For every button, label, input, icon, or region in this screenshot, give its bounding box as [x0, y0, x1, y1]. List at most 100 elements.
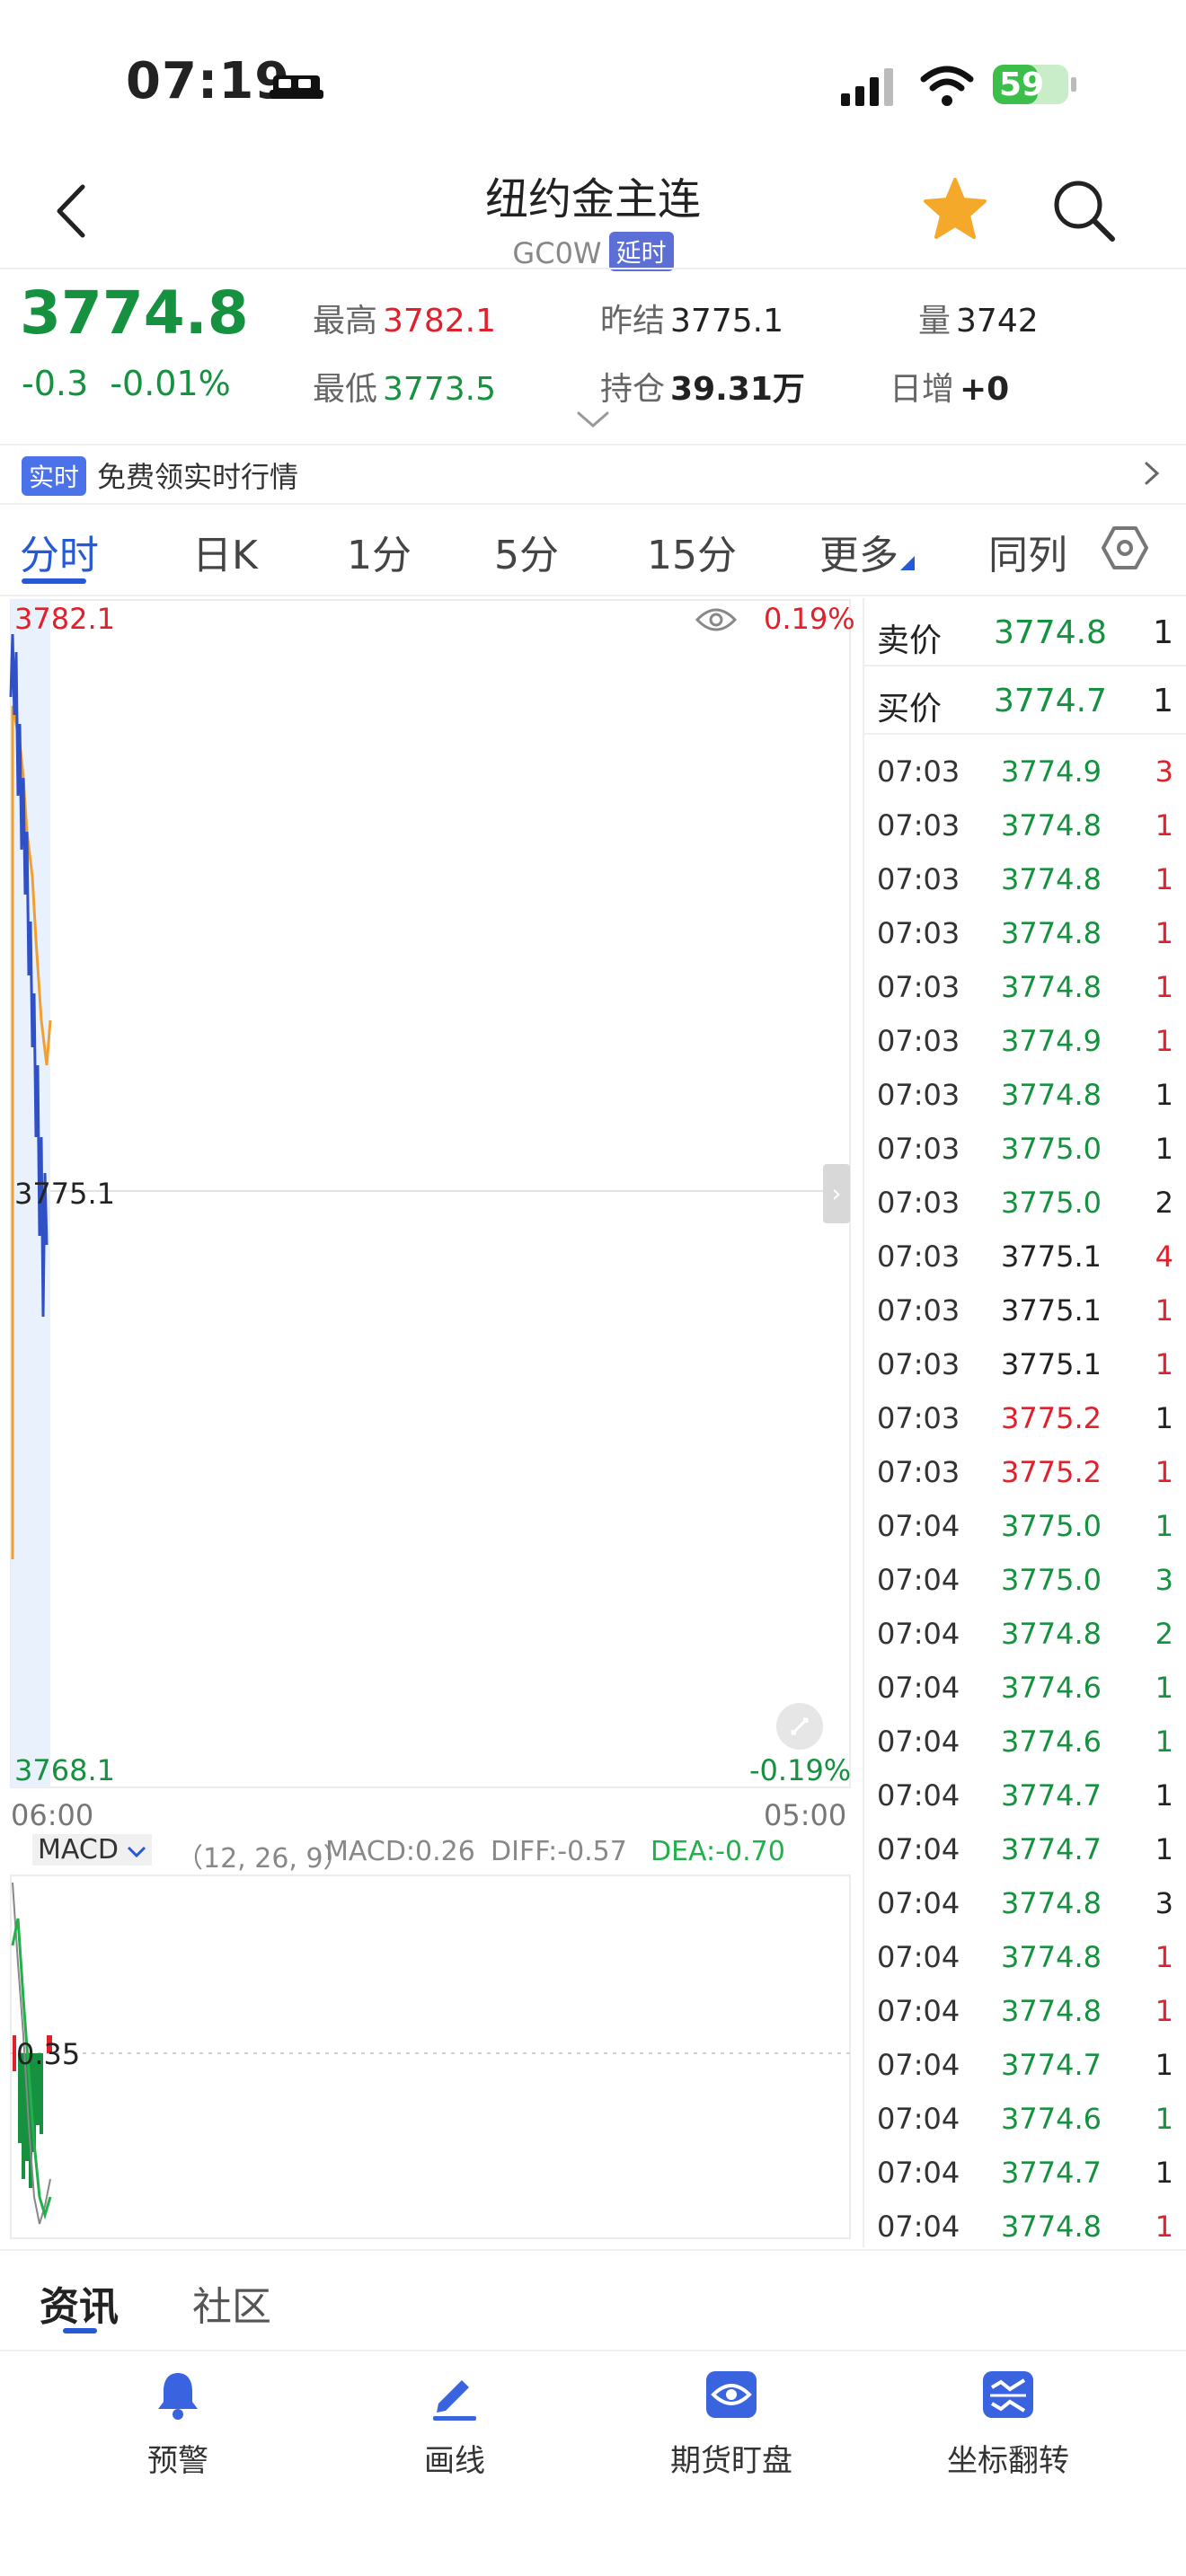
indicator-select[interactable]: MACD [32, 1834, 153, 1866]
battery-percent: 59 [999, 66, 1045, 103]
tab-5min[interactable]: 5分 [494, 523, 559, 580]
price-change: -0.3 [22, 364, 89, 403]
trade-price: 3774.6 [1001, 1671, 1102, 1705]
chevron-right-icon: › [831, 1178, 842, 1208]
delay-badge: 延时 [608, 232, 674, 271]
side-panel-toggle[interactable]: › [823, 1164, 850, 1223]
fullscreen-icon [776, 1703, 823, 1750]
trade-qty: 4 [1155, 1239, 1173, 1274]
trade-qty: 1 [1155, 2210, 1173, 2244]
trade-time: 07:04 [877, 1509, 960, 1543]
trade-row: 07:03 3774.8 1 [864, 799, 1186, 853]
trade-time: 07:04 [877, 2048, 960, 2082]
bid-label: 买价 [877, 691, 943, 728]
trade-price: 3775.0 [1001, 1563, 1102, 1597]
trade-price: 3774.7 [1001, 1778, 1102, 1813]
chart-settings-button[interactable] [1100, 523, 1150, 573]
trade-price: 3775.2 [1001, 1455, 1102, 1489]
trade-time: 07:04 [877, 1725, 960, 1759]
stat-high: 最高 3782.1 [313, 295, 496, 341]
trade-qty: 1 [1155, 808, 1173, 842]
trade-time: 07:03 [877, 1293, 960, 1328]
tab-more[interactable]: 更多 [819, 523, 915, 580]
macd-axis-label: 0.35 [16, 2037, 81, 2071]
search-icon [1054, 181, 1115, 242]
trade-qty: 2 [1155, 1186, 1173, 1220]
trade-qty: 1 [1155, 1994, 1173, 2028]
trade-price: 3774.7 [1001, 2048, 1102, 2082]
stat-low: 最低 3773.5 [313, 363, 496, 410]
search-button[interactable] [1049, 176, 1118, 244]
futures-watch-button[interactable]: 期货盯盘 [633, 2368, 830, 2480]
main-chart-frame [10, 599, 851, 1788]
trade-qty: 1 [1155, 2048, 1173, 2082]
trade-row: 07:04 3774.7 1 [864, 1769, 1186, 1823]
trade-qty: 1 [1155, 1671, 1173, 1705]
chart-start-time: 06:00 [11, 1798, 94, 1832]
trade-price: 3774.9 [1001, 754, 1102, 789]
trade-time: 07:04 [877, 1994, 960, 2028]
eye-icon[interactable] [695, 605, 738, 634]
trade-row: 07:03 3775.0 2 [864, 1177, 1186, 1231]
favorite-button[interactable] [922, 176, 988, 243]
tab-intraday[interactable]: 分时 [20, 523, 99, 580]
trade-price: 3775.1 [1001, 1293, 1102, 1328]
trade-price: 3774.8 [1001, 1078, 1102, 1112]
contract-code: GC0W [512, 236, 602, 270]
trade-row: 07:03 3774.8 1 [864, 907, 1186, 961]
trades-panel[interactable]: 卖价 3774.8 1 买价 3774.7 1 07:03 3774.9 3 07:0… [863, 598, 1186, 2247]
trade-row: 07:03 3774.8 1 [864, 853, 1186, 907]
trade-qty: 1 [1155, 1401, 1173, 1435]
trade-time: 07:03 [877, 1078, 960, 1112]
trade-time: 07:03 [877, 1347, 960, 1381]
stat-value: 3773.5 [383, 371, 496, 408]
chart-top-pct: 0.19% [764, 602, 855, 636]
tab-daily-k[interactable]: 日K [192, 523, 258, 580]
tab-community[interactable]: 社区 [192, 2274, 271, 2332]
fullscreen-button[interactable] [774, 1701, 825, 1751]
axis-flip-label: 坐标翻转 [947, 2443, 1069, 2479]
stat-label: 量 [918, 303, 951, 340]
bid-price: 3774.7 [994, 683, 1107, 719]
alert-label: 预警 [147, 2443, 208, 2479]
trade-qty: 1 [1155, 1940, 1173, 1974]
ask-label: 卖价 [877, 622, 943, 659]
trade-qty: 1 [1155, 916, 1173, 950]
expand-quote-button[interactable] [575, 410, 611, 431]
bid-qty: 1 [1153, 683, 1173, 719]
realtime-badge: 实时 [22, 456, 87, 496]
tab-1min[interactable]: 1分 [347, 523, 412, 580]
ask-row: 卖价 3774.8 1 [864, 598, 1186, 665]
tab-15min[interactable]: 15分 [647, 523, 737, 580]
trade-time: 07:03 [877, 754, 960, 789]
trade-price: 3774.8 [1001, 808, 1102, 842]
divider [0, 503, 1186, 505]
tab-news[interactable]: 资讯 [40, 2274, 119, 2332]
page-title: 纽约金主连 [484, 174, 701, 225]
axis-flip-button[interactable]: 坐标翻转 [909, 2368, 1107, 2480]
eye-watch-icon [706, 2371, 757, 2418]
tab-compare[interactable]: 同列 [988, 523, 1067, 580]
trade-row: 07:03 3775.1 1 [864, 1284, 1186, 1338]
stat-value: 39.31万 [670, 371, 805, 408]
trade-time: 07:04 [877, 1778, 960, 1813]
trade-time: 07:04 [877, 1886, 960, 1920]
trade-time: 07:03 [877, 808, 960, 842]
trade-price: 3774.6 [1001, 1725, 1102, 1759]
trade-qty: 1 [1155, 1778, 1173, 1813]
price-change-pct: -0.01% [110, 364, 231, 403]
draw-line-button[interactable]: 画线 [356, 2368, 553, 2480]
trade-time: 07:03 [877, 1455, 960, 1489]
chart-top-price: 3782.1 [14, 602, 115, 636]
tab-more-label: 更多 [819, 533, 898, 578]
draw-line-label: 画线 [424, 2443, 485, 2479]
stat-label: 最低 [313, 371, 378, 408]
dea-value: DEA:-0.70 [651, 1836, 785, 1867]
divider [0, 595, 1186, 596]
trade-time: 07:03 [877, 1239, 960, 1274]
bid-row: 买价 3774.7 1 [864, 666, 1186, 733]
trade-qty: 3 [1155, 1563, 1173, 1597]
alert-button[interactable]: 预警 [79, 2368, 277, 2480]
intraday-chart[interactable] [0, 598, 863, 2242]
trade-time: 07:04 [877, 1940, 960, 1974]
